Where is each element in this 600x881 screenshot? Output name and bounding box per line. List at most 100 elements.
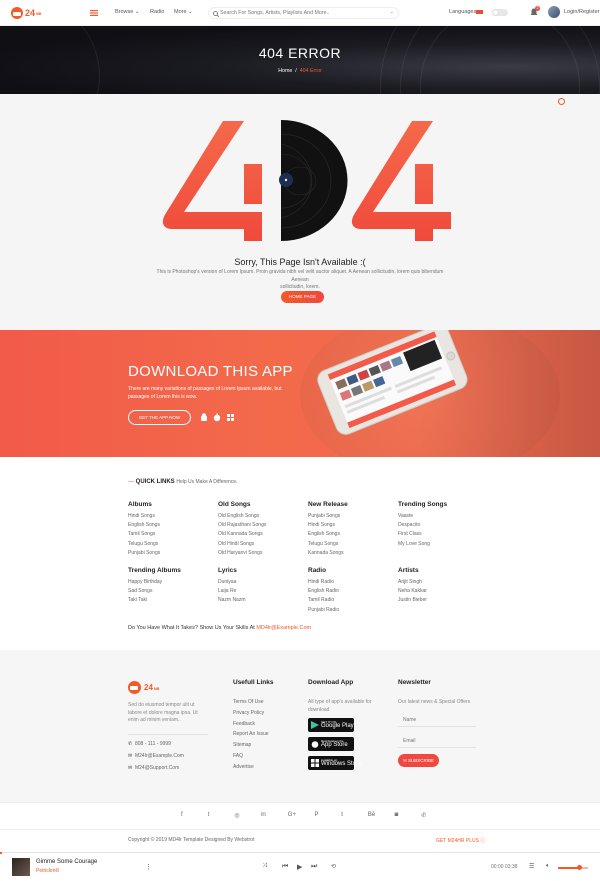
nav-browse[interactable]: Browse ⌄ <box>115 9 139 15</box>
email-contact-2[interactable]: ✉ M24@Support.Com <box>128 765 179 771</box>
get-plus-link[interactable]: GET M24HR PLUS ⓘ <box>436 837 485 844</box>
quick-link-item[interactable]: Arijit Singh <box>398 578 483 587</box>
newsletter-name-input[interactable]: Name <box>398 713 476 727</box>
shuffle-icon[interactable]: ⤨ <box>262 863 267 870</box>
page-title: 404 ERROR <box>258 45 342 61</box>
quick-link-item[interactable]: Old Hindi Songs <box>218 540 303 549</box>
useful-link[interactable]: Feedback <box>233 721 255 727</box>
newsletter-email-input[interactable]: Email <box>398 734 476 748</box>
twitter-icon[interactable]: t <box>208 812 210 818</box>
quick-link-item[interactable]: Hindi Radio <box>308 578 393 587</box>
quick-link-item[interactable]: Old Kannada Songs <box>218 530 303 539</box>
nav-more[interactable]: More ⌄ <box>174 9 193 15</box>
theme-toggle[interactable] <box>492 9 508 16</box>
quick-link-item[interactable]: Kannada Songs <box>308 549 393 558</box>
quick-link-item[interactable]: Punjabi Songs <box>128 549 213 558</box>
google-play-icon <box>311 721 319 729</box>
quick-link-item[interactable]: Vaaste <box>398 512 483 521</box>
get-app-button[interactable]: GET THE APP NOW <box>128 410 191 425</box>
more-options-icon[interactable]: ⋮ <box>145 863 152 871</box>
useful-link[interactable]: Privacy Policy <box>233 710 264 716</box>
subscribe-button[interactable]: ✉ SUBSCRIBE <box>398 754 439 767</box>
useful-link[interactable]: Report An Issue <box>233 731 269 737</box>
dribbble-icon[interactable]: ◙ <box>395 812 399 818</box>
quick-link-item[interactable]: English Songs <box>308 530 393 539</box>
useful-link[interactable]: Advertise <box>233 764 254 770</box>
facebook-icon[interactable]: f <box>181 812 183 818</box>
quick-link-item[interactable]: Telugu Songs <box>308 540 393 549</box>
platform-icons <box>201 413 234 422</box>
music-player: Gimme Some Courage Petrickmill ⋮ ⤨ ⏮ ▶ ⏭… <box>0 852 600 881</box>
languages-label[interactable]: Languages <box>449 9 476 15</box>
tumblr-icon[interactable]: t <box>341 812 343 818</box>
quick-link-item[interactable]: Old Haryanvi Songs <box>218 549 303 558</box>
quick-link-item[interactable]: Tamil Radio <box>308 596 393 605</box>
app-store-button[interactable]: Download on the App Store <box>308 737 354 751</box>
quick-link-item[interactable]: Duniyaa <box>218 578 303 587</box>
breadcrumb-home[interactable]: Home <box>278 68 292 74</box>
windows-store-button[interactable]: Available on Windows Store <box>308 756 361 770</box>
previous-icon[interactable]: ⏮ <box>282 863 288 871</box>
skills-email-link[interactable]: MD4lr@Example.Com <box>256 625 311 631</box>
album-cover[interactable] <box>12 858 30 876</box>
quick-link-item[interactable]: Hindi Songs <box>128 512 213 521</box>
play-icon[interactable]: ▶ <box>297 863 302 871</box>
behance-icon[interactable]: Bē <box>368 812 375 818</box>
quick-link-item[interactable]: Neha Kakkar <box>398 587 483 596</box>
email-contact-1[interactable]: ✉ M24lr@Example.Com <box>128 753 184 759</box>
footer-logo-icon[interactable] <box>128 681 141 694</box>
linkedin-icon[interactable]: in <box>261 812 266 818</box>
logo-icon[interactable] <box>11 7 23 19</box>
quick-link-item[interactable]: English Radio <box>308 587 393 596</box>
track-artist[interactable]: Petrickmill <box>36 868 59 874</box>
playlist-icon[interactable]: ☰ <box>529 863 534 870</box>
quick-link-item[interactable]: Old Rajasthani Songs <box>218 521 303 530</box>
avatar[interactable] <box>548 6 560 18</box>
logo-text[interactable]: 24 <box>25 8 35 18</box>
search-dropdown-icon[interactable]: ⌄ <box>390 9 394 15</box>
next-icon[interactable]: ⏭ <box>311 863 317 871</box>
useful-link[interactable]: Sitemap <box>233 742 251 748</box>
quick-link-item[interactable]: Old English Songs <box>218 512 303 521</box>
social-bar: f t ◎ in G+ Pt Bē ◙ ✆ <box>0 802 600 830</box>
search-input[interactable]: Search For Songs, Artists, Playlists And… <box>208 7 399 19</box>
instagram-icon[interactable]: ◎ <box>234 812 239 819</box>
quick-link-item[interactable]: Punjabi Radio <box>308 606 393 615</box>
google-plus-icon[interactable]: G+ <box>288 812 296 818</box>
footer-about: Sed do eiusmod tempor ulit ut labore et d… <box>128 702 198 723</box>
google-play-button[interactable]: GET IT ON Google Play <box>308 718 354 732</box>
error-title: Sorry, This Page Isn't Available :( <box>234 257 366 267</box>
repeat-icon[interactable]: ⟲ <box>331 863 336 870</box>
quick-link-item[interactable]: English Songs <box>128 521 213 530</box>
whatsapp-icon[interactable]: ✆ <box>421 812 426 819</box>
quick-link-item[interactable]: Tamil Songs <box>128 530 213 539</box>
download-app-text: All type of app's available for download <box>308 699 372 713</box>
pinterest-icon[interactable]: P <box>315 812 319 818</box>
quick-link-item[interactable]: Taki Taki <box>128 596 213 605</box>
quick-link-item[interactable]: Justin Bieber <box>398 596 483 605</box>
quick-link-item[interactable]: Hindi Songs <box>308 521 393 530</box>
nav-radio[interactable]: Radio <box>150 9 164 15</box>
quick-link-item[interactable]: Punjabi Songs <box>308 512 393 521</box>
quick-links-column: Trending Songs Vaaste Despacito First Class… <box>398 501 483 549</box>
quick-link-item[interactable]: Sad Songs <box>128 587 213 596</box>
hamburger-icon[interactable] <box>90 10 98 16</box>
quick-link-item[interactable]: Nazm Nazm <box>218 596 303 605</box>
useful-link[interactable]: Terms Of Use <box>233 699 264 705</box>
volume-icon[interactable]: 🔈︎ <box>546 863 550 870</box>
home-page-button[interactable]: HOME PAGE <box>281 291 324 303</box>
useful-link[interactable]: FAQ <box>233 753 243 759</box>
quick-link-item[interactable]: My Love Song <box>398 540 483 549</box>
quick-link-item[interactable]: Happy Birthday <box>128 578 213 587</box>
login-link[interactable]: Login/Register <box>564 9 599 15</box>
volume-slider[interactable] <box>558 865 588 870</box>
digit-four-right <box>351 121 451 241</box>
quick-link-item[interactable]: Despacito <box>398 521 483 530</box>
progress-bar[interactable] <box>0 852 2 854</box>
quick-link-item[interactable]: Laija Re <box>218 587 303 596</box>
quick-links-column: New Release Punjabi Songs Hindi Songs Engli… <box>308 501 393 558</box>
volume-knob[interactable] <box>576 865 582 870</box>
quick-link-item[interactable]: Telugu Songs <box>128 540 213 549</box>
quick-link-item[interactable]: First Class <box>398 530 483 539</box>
time-current: 00:00 <box>491 864 504 870</box>
